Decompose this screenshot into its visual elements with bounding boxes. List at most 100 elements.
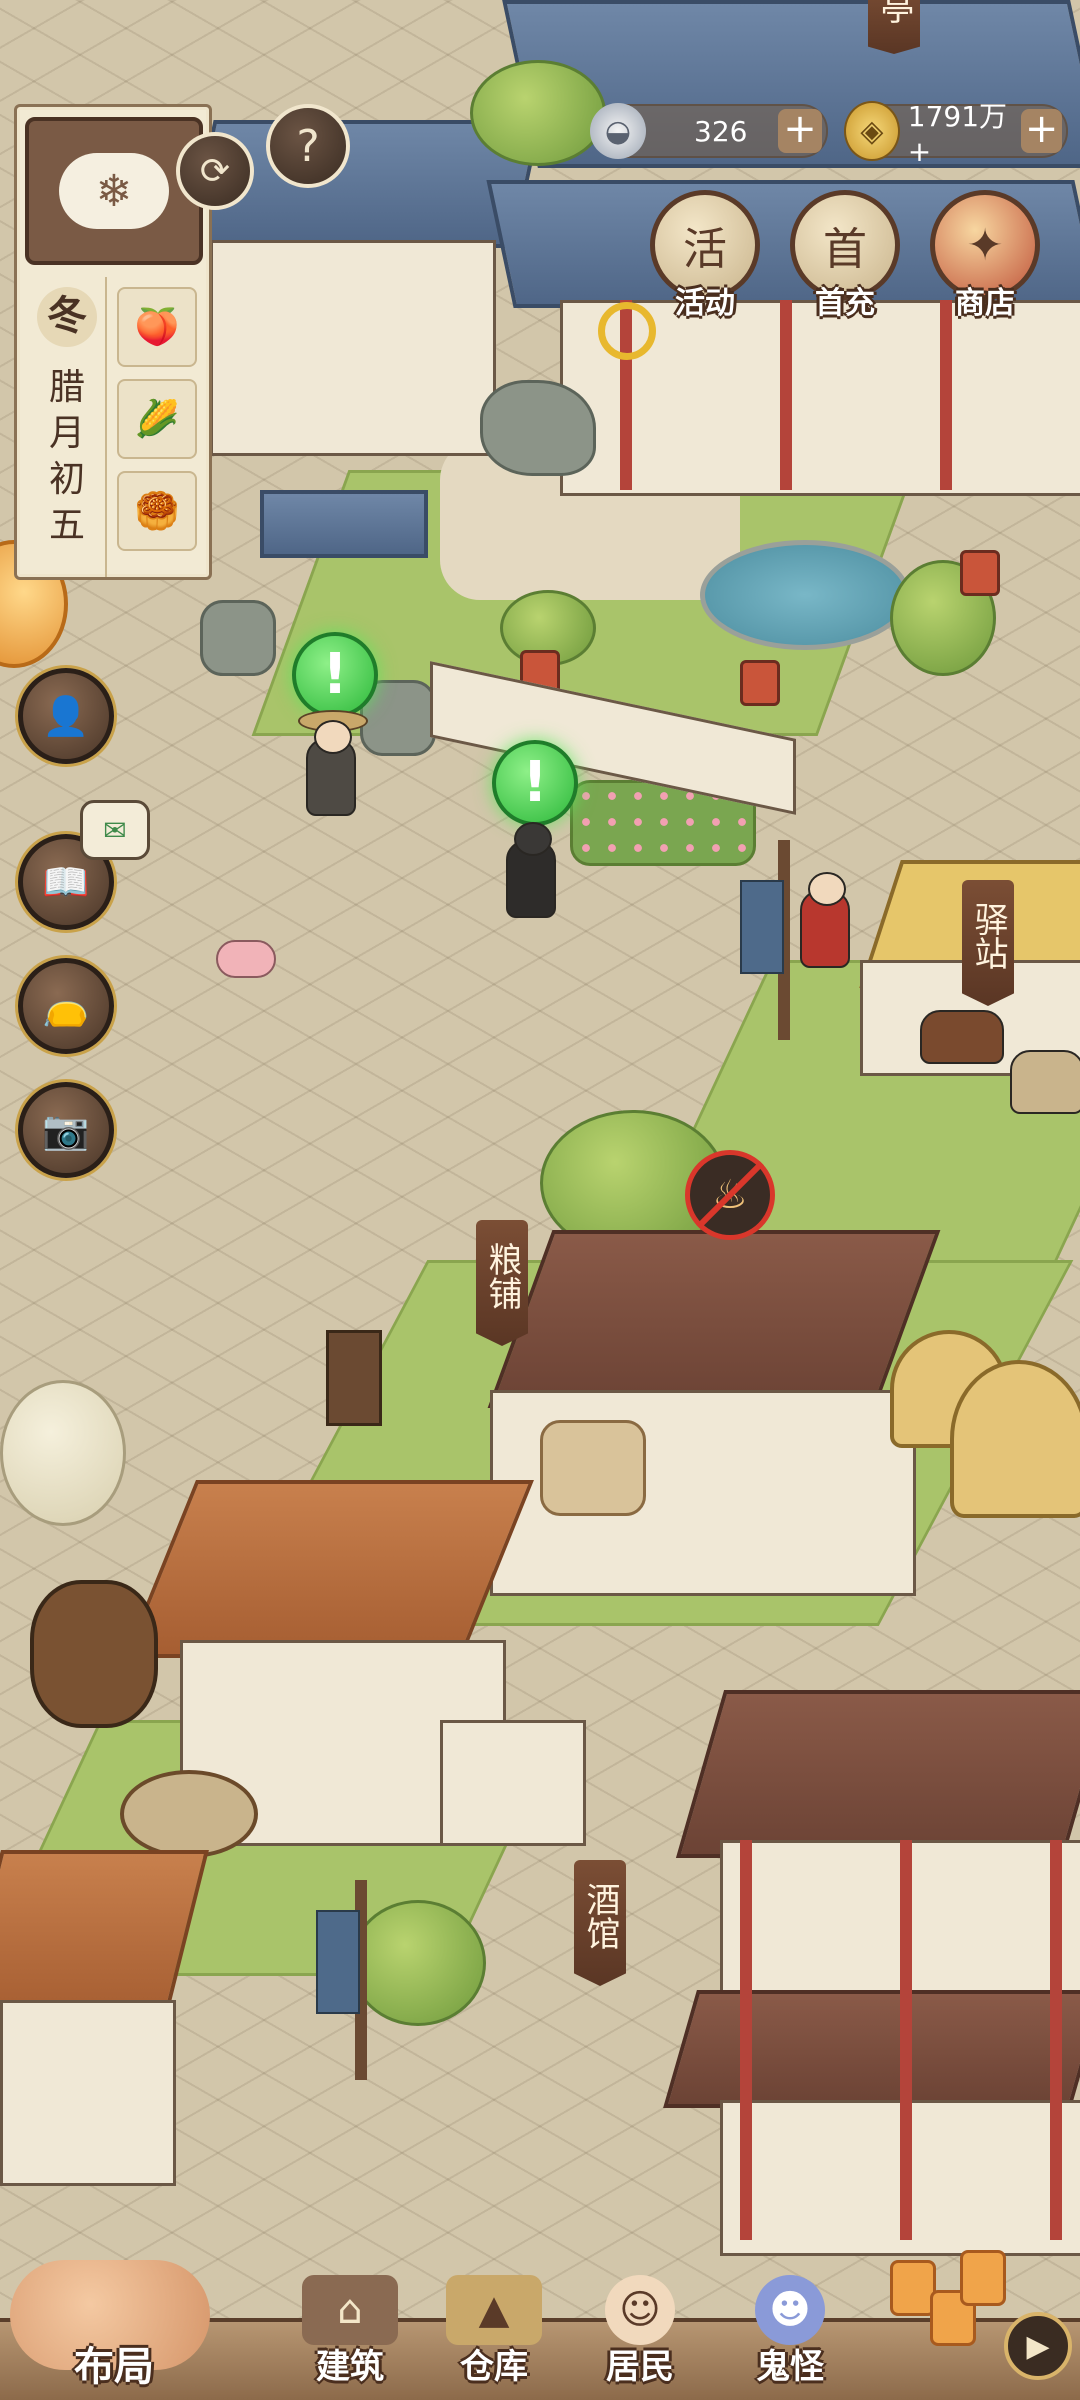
resident-farmer[interactable] (298, 710, 368, 816)
camera-button[interactable]: 📷 (18, 1082, 114, 1178)
sky-lanterns-decoration (880, 2250, 1006, 2360)
garden-pond (700, 540, 910, 650)
tavern-roof[interactable] (675, 1690, 1080, 1858)
sign-pavilion[interactable]: 亭 (868, 0, 920, 54)
quest-exclamation-icon[interactable]: ! (492, 740, 578, 826)
grain-sacks (540, 1420, 646, 1516)
tavern-banner (316, 1910, 360, 2014)
ghost-icon: ☻ (755, 2275, 825, 2345)
grain-tub (120, 1770, 258, 1858)
shop-banner (740, 880, 784, 974)
pillar (1050, 1840, 1062, 2240)
season-badge: 冬 (37, 287, 97, 347)
weather-button[interactable]: ❄ (25, 117, 203, 265)
building-icon: ⌂ (302, 2275, 398, 2345)
nav-warehouse[interactable]: ▲ 仓库 (434, 2275, 554, 2388)
notice-board[interactable] (326, 1330, 382, 1426)
peach-icon[interactable]: 🍑 (117, 287, 197, 367)
bag-button[interactable]: 👝 (18, 958, 114, 1054)
grain-shop-roof[interactable] (487, 1230, 941, 1408)
nav-residents-label: 居民 (606, 2347, 674, 2387)
corn-icon[interactable]: 🌽 (117, 379, 197, 459)
tavern-tree (350, 1900, 486, 2026)
granary-hut[interactable] (950, 1360, 1080, 1518)
wine-gourd-icon: ♨ (712, 1172, 748, 1218)
events-label: 活动 (675, 286, 735, 321)
horse[interactable] (920, 1010, 1004, 1064)
nav-residents[interactable]: ☺ 居民 (580, 2275, 700, 2388)
silver-currency: ◒ 326 + (590, 103, 828, 159)
shop-button[interactable]: ✦ 商店 (930, 190, 1040, 322)
water-jar (30, 1580, 158, 1728)
white-blossom-tree (0, 1380, 126, 1526)
nav-ghosts[interactable]: ☻ 鬼怪 (730, 2275, 850, 2388)
silver-amount: 326 (694, 114, 748, 148)
nav-building-label: 建筑 (316, 2347, 384, 2387)
sign-tavern[interactable]: 酒馆 (574, 1860, 626, 1986)
pillar (940, 300, 952, 490)
warehouse-icon: ▲ (446, 2275, 542, 2345)
sign-grain-shop[interactable]: 粮铺 (476, 1220, 528, 1346)
sack-icon: 👝 (42, 983, 90, 1028)
first-recharge-button[interactable]: 首 首充 (790, 190, 900, 322)
resident-red-robe[interactable] (800, 872, 850, 968)
nav-ghosts-label: 鬼怪 (756, 2347, 824, 2387)
resident-icon: ☺ (605, 2275, 675, 2345)
lantern (960, 2250, 1006, 2306)
nav-building[interactable]: ⌂ 建筑 (290, 2275, 410, 2388)
snow-cloud-icon: ❄ (59, 153, 169, 229)
message-bubble-icon[interactable]: ✉ (80, 800, 150, 860)
horse-cart[interactable] (1010, 1050, 1080, 1114)
refresh-button[interactable]: ⟳ (176, 132, 254, 210)
refresh-icon: ⟳ (199, 150, 231, 192)
west-hall-wall (210, 240, 496, 456)
events-button[interactable]: 活 活动 (650, 190, 760, 322)
workshop-roof[interactable] (124, 1480, 534, 1658)
next-arrow-button[interactable]: ▶ (1004, 2312, 1072, 2380)
add-coin-button[interactable]: + (1021, 109, 1062, 153)
garden-tree (470, 60, 606, 166)
question-icon: ? (296, 120, 320, 172)
gate-roof[interactable] (260, 490, 428, 558)
farmer-portrait-icon: 👤 (42, 693, 90, 738)
pig[interactable] (216, 940, 276, 978)
lion-statue (200, 600, 276, 676)
gold-ring-marker[interactable] (598, 302, 656, 360)
left-house-wall (0, 2000, 176, 2186)
first-recharge-icon-text: 首 (823, 224, 867, 275)
npc-head (314, 720, 352, 754)
coin-currency: ◈ 1791万+ + (844, 100, 1068, 168)
workshop-shed (440, 1720, 586, 1846)
sign-post-station[interactable]: 驿站 (962, 880, 1014, 1006)
quest-exclamation-icon[interactable]: ! (292, 632, 378, 718)
silver-ingot-icon: ◒ (590, 103, 646, 159)
npc-head (808, 872, 846, 906)
pillar (780, 300, 792, 490)
coin-amount: 1791万+ (907, 99, 1008, 168)
layout-button[interactable]: 布局 (0, 2240, 230, 2400)
copper-coin-icon: ◈ (844, 101, 900, 161)
tavern-lower-roof[interactable] (663, 1990, 1080, 2108)
layout-label: 布局 (74, 2344, 154, 2390)
help-button[interactable]: ? (266, 104, 350, 188)
play-arrow-icon: ▶ (1026, 2328, 1050, 2364)
lunar-date: 腊月初五 (48, 367, 85, 546)
garden-rock (480, 380, 596, 476)
shop-label: 商店 (955, 286, 1015, 321)
stone-lantern (740, 660, 780, 706)
npc-head (514, 822, 552, 856)
bottom-nav: 布局 ⌂ 建筑 ▲ 仓库 ☺ 居民 ☻ 鬼怪 ▶ (0, 2250, 1080, 2400)
no-wine-icon[interactable]: ♨ (685, 1150, 775, 1240)
camera-icon: 📷 (42, 1107, 90, 1152)
first-recharge-label: 首充 (815, 286, 875, 321)
divider (105, 277, 107, 577)
nav-warehouse-label: 仓库 (460, 2347, 528, 2387)
add-silver-button[interactable]: + (778, 109, 822, 153)
events-icon-text: 活 (683, 224, 727, 275)
pillar (740, 1840, 752, 2240)
book-icon: 📖 (42, 859, 90, 904)
npc-portrait-button[interactable]: 👤 (18, 668, 114, 764)
resident-ninja[interactable] (506, 822, 556, 918)
grain-icon[interactable]: 🥮 (117, 471, 197, 551)
stone-lantern (960, 550, 1000, 596)
